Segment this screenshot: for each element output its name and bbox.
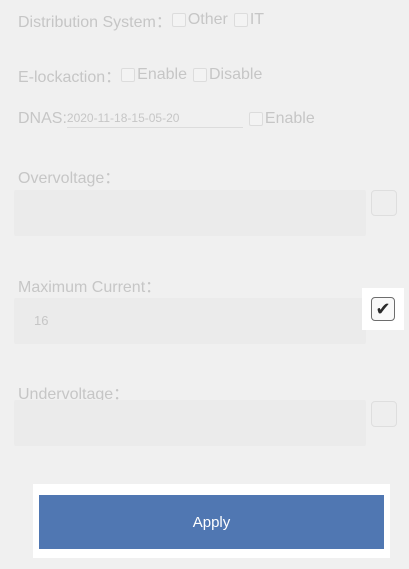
distribution-other-checkbox[interactable] bbox=[171, 13, 186, 27]
undervoltage-checkbox[interactable] bbox=[371, 401, 397, 427]
elock-option-disable[interactable]: Disable bbox=[192, 66, 263, 84]
distribution-system-label: Distribution System： bbox=[18, 14, 172, 31]
overvoltage-checkbox[interactable] bbox=[371, 190, 397, 216]
elock-disable-label: Disable bbox=[208, 66, 263, 83]
overvoltage-field[interactable] bbox=[14, 190, 366, 236]
elock-enable-label: Enable bbox=[137, 66, 187, 83]
elock-disable-checkbox[interactable] bbox=[192, 68, 207, 82]
apply-button[interactable]: Apply bbox=[39, 495, 384, 549]
distribution-it-checkbox[interactable] bbox=[233, 13, 248, 27]
elock-option-enable[interactable]: Enable bbox=[121, 66, 187, 84]
dnas-enable-checkbox[interactable] bbox=[248, 112, 263, 126]
check-icon: ✔ bbox=[375, 299, 391, 319]
distribution-option-it[interactable]: IT bbox=[233, 11, 265, 29]
maximum-current-label: Maximum Current： bbox=[18, 279, 162, 296]
elock-enable-checkbox[interactable] bbox=[121, 68, 136, 82]
elockaction-row: E-lockaction： Enable Disable bbox=[18, 63, 409, 87]
distribution-other-label: Other bbox=[187, 11, 228, 28]
distribution-system-row: Distribution System： Other IT bbox=[18, 8, 409, 32]
distribution-option-other[interactable]: Other bbox=[171, 11, 228, 29]
dnas-option-enable[interactable]: Enable bbox=[248, 110, 315, 128]
maximum-current-field[interactable]: 16 bbox=[14, 298, 366, 344]
elockaction-label: E-lockaction： bbox=[18, 69, 122, 86]
distribution-it-label: IT bbox=[249, 11, 265, 28]
dnas-row: DNAS: 2020-11-18-15-05-20 Enable bbox=[18, 110, 409, 128]
dnas-enable-label: Enable bbox=[264, 110, 315, 127]
overvoltage-label: Overvoltage： bbox=[18, 170, 121, 187]
maximum-current-checkbox-box: ✔ bbox=[371, 297, 395, 321]
dnas-label: DNAS: bbox=[18, 110, 67, 127]
maximum-current-checkbox[interactable]: ✔ bbox=[362, 288, 404, 330]
undervoltage-field[interactable] bbox=[14, 400, 366, 446]
dnas-input[interactable]: 2020-11-18-15-05-20 bbox=[66, 111, 243, 128]
maximum-current-value: 16 bbox=[34, 313, 49, 328]
apply-button-container: Apply bbox=[33, 484, 390, 558]
